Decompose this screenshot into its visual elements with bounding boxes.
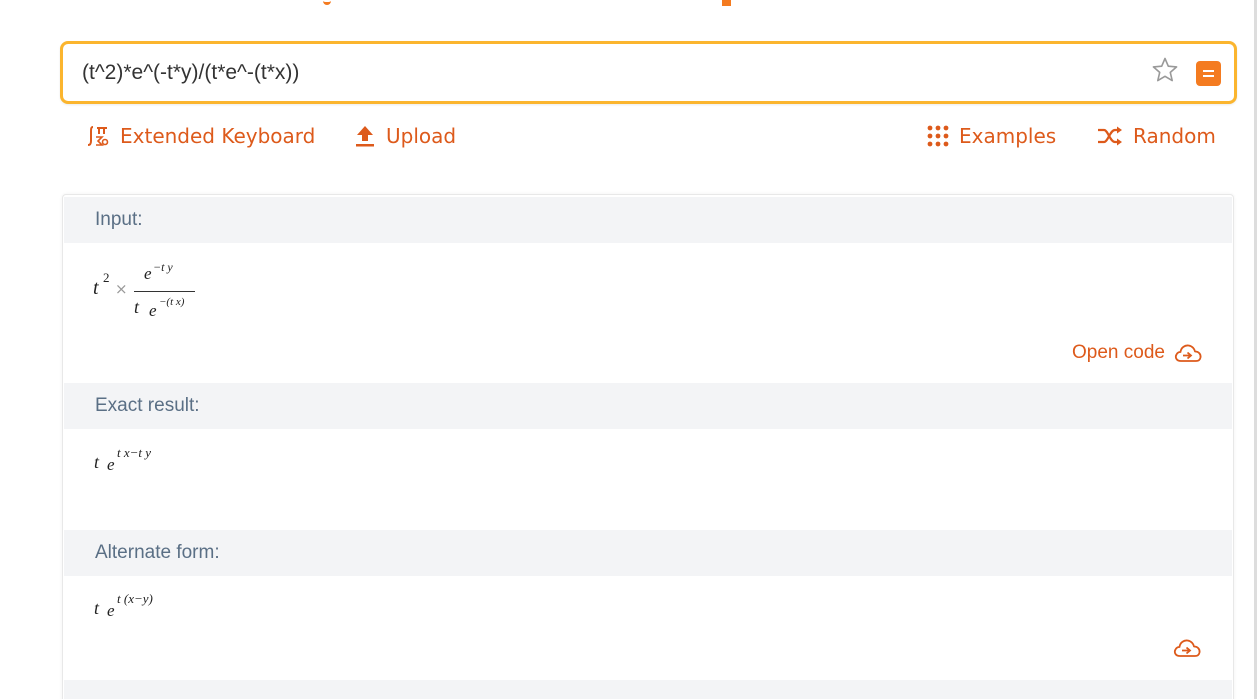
math-term: t: [94, 452, 100, 472]
integral-pi-icon: [87, 126, 109, 146]
pod-header-alternate-form: Alternate form:: [64, 530, 1232, 576]
pod-header-cutoff: [64, 680, 1232, 699]
cloud-upload-icon: [1173, 639, 1201, 657]
upload-arrow-icon: [356, 126, 374, 147]
pod-header-input: Input:: [64, 197, 1232, 243]
star-icon[interactable]: [1151, 56, 1179, 84]
extended-keyboard-label: Extended Keyboard: [120, 124, 316, 148]
grid-dots-icon: [927, 125, 949, 147]
math-term: e: [144, 264, 152, 283]
math-term: t: [134, 297, 140, 317]
upload-button[interactable]: Upload: [354, 120, 456, 152]
shuffle-icon: [1098, 126, 1122, 146]
top-edge-decoration: [0, 0, 1257, 8]
extended-keyboard-button[interactable]: Extended Keyboard: [86, 120, 315, 152]
pod-title: Alternate form:: [95, 542, 220, 563]
exact-result-expression: t e t x−t y: [93, 445, 233, 475]
cloud-upload-icon: [1174, 344, 1202, 362]
math-term: e: [107, 601, 115, 620]
search-box[interactable]: [60, 41, 1237, 104]
times-sign: ×: [115, 280, 128, 298]
random-label: Random: [1133, 124, 1216, 148]
open-code-button[interactable]: Open code: [1072, 340, 1203, 366]
math-exponent: 2: [103, 270, 110, 285]
alternate-form-expression: t e t (x−y): [93, 591, 233, 621]
math-exponent: t x−t y: [117, 445, 152, 460]
logo-fragment: [722, 0, 731, 6]
examples-button[interactable]: Examples: [927, 120, 1056, 152]
fraction-bar: [134, 291, 195, 292]
menu-icon[interactable]: [1196, 61, 1221, 86]
examples-label: Examples: [959, 124, 1057, 148]
search-input[interactable]: [82, 54, 1122, 91]
pod-title: Exact result:: [95, 395, 200, 416]
math-term: t: [93, 277, 99, 299]
random-button[interactable]: Random: [1097, 120, 1216, 152]
upload-label: Upload: [386, 124, 457, 148]
logo-fragment: [323, 0, 331, 5]
input-expression: t 2 × e −t y t e −(t x): [93, 259, 213, 329]
math-term: e: [107, 455, 115, 474]
math-exponent: −(t x): [159, 296, 185, 308]
results-panel: Input: t 2 × e −t y t e −(t x) Open code…: [62, 194, 1234, 699]
math-exponent: −t y: [153, 260, 173, 274]
math-term: e: [149, 301, 157, 320]
pod-title: Input:: [95, 209, 143, 230]
math-term: t: [94, 598, 100, 618]
pod-header-exact-result: Exact result:: [64, 383, 1232, 429]
math-exponent: t (x−y): [117, 591, 153, 606]
open-code-label: Open code: [1072, 342, 1165, 363]
open-code-cloud-button[interactable]: [1172, 637, 1202, 661]
